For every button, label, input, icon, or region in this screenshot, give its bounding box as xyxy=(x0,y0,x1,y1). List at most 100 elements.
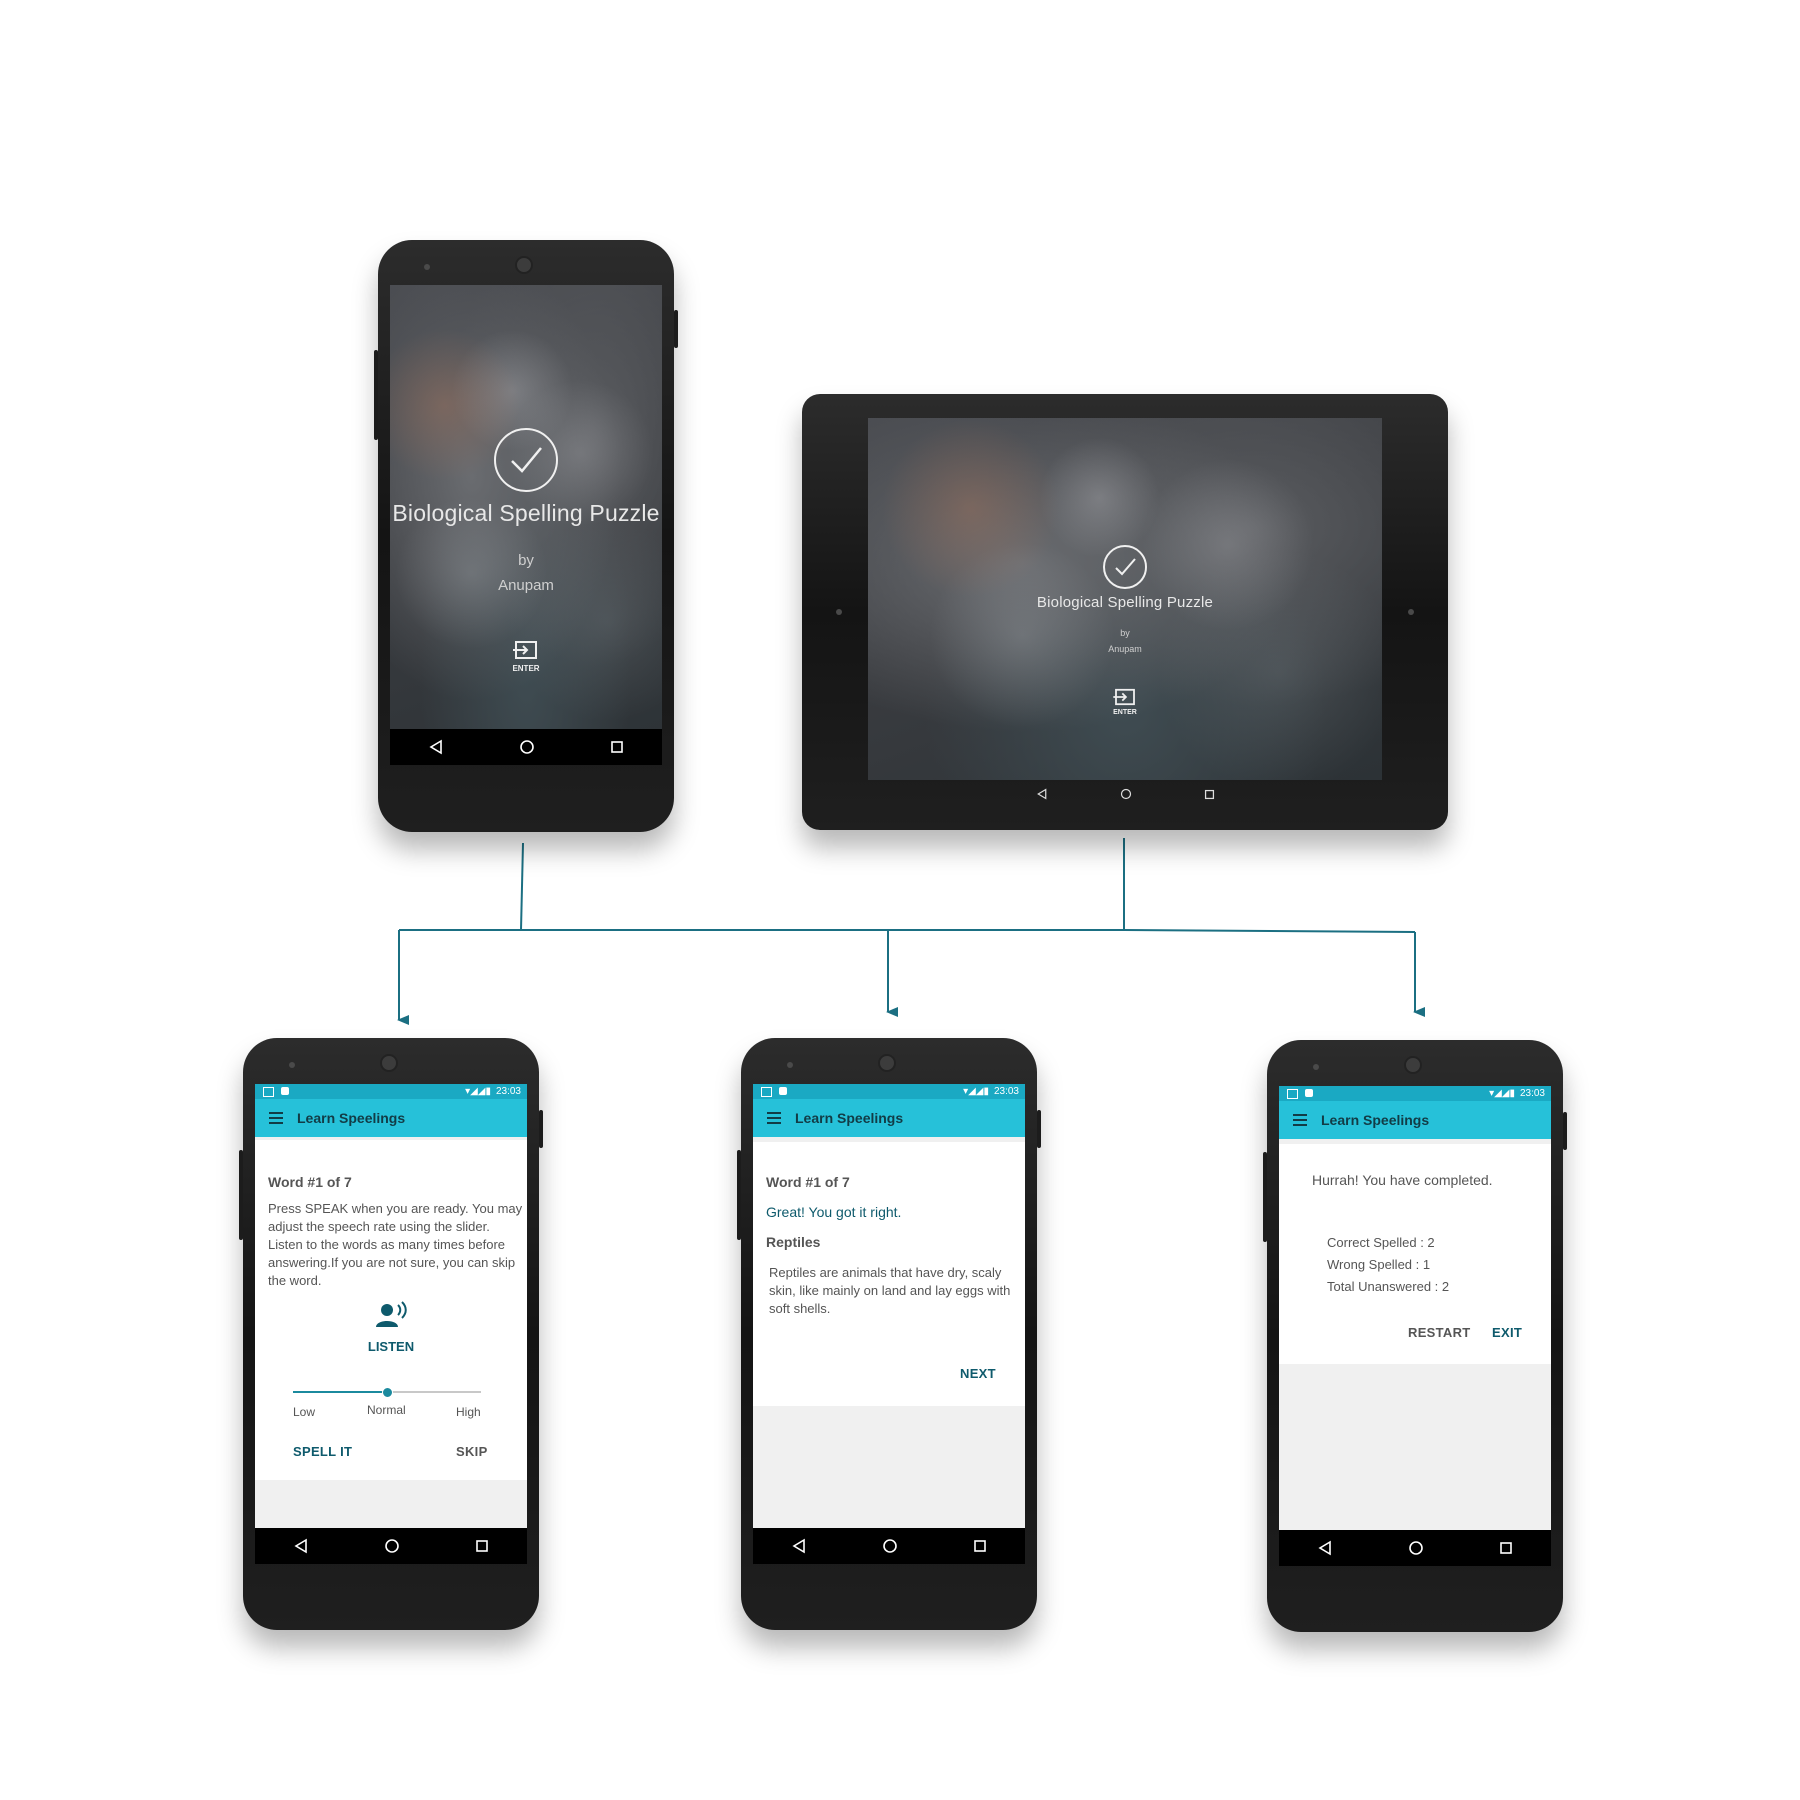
instructions-text: Press SPEAK when you are ready. You may … xyxy=(268,1201,523,1288)
tablet-enter-icon xyxy=(1113,688,1135,706)
result-nav-bar xyxy=(753,1528,1025,1564)
tablet-checkmark-logo-icon xyxy=(1103,545,1147,589)
android-icon xyxy=(281,1087,289,1095)
correct-count: Correct Spelled : 2 xyxy=(1327,1235,1435,1250)
enter-label: ENTER xyxy=(512,664,540,673)
result-front-camera-icon xyxy=(878,1054,896,1072)
word-counter: Word #1 of 7 xyxy=(766,1174,850,1190)
phone-device-complete: ▾◢◢▮ 23:03 Learn Speelings Hurrah! You h… xyxy=(1263,1040,1567,1632)
complete-card: Hurrah! You have completed. Correct Spel… xyxy=(1279,1144,1551,1364)
phone-device-listen: ▾◢◢▮ 23:03 Learn Speelings Word #1 of 7 … xyxy=(239,1038,543,1630)
recents-nav-icon[interactable] xyxy=(475,1539,489,1553)
app-toolbar: Learn Speelings xyxy=(255,1099,527,1137)
toolbar-title: Learn Speelings xyxy=(1321,1112,1430,1128)
notification-icon xyxy=(263,1087,274,1097)
slider-low-label: Low xyxy=(293,1405,316,1419)
tablet-nav-bar xyxy=(868,780,1382,808)
enter-button[interactable]: ENTER xyxy=(512,640,540,673)
slider-fill xyxy=(293,1391,387,1393)
slider-thumb[interactable] xyxy=(382,1387,393,1398)
tablet-device-splash: Biological Spelling Puzzle by Anupam ENT… xyxy=(802,394,1448,830)
status-time: 23:03 xyxy=(1519,1088,1545,1099)
complete-nav-bar xyxy=(1279,1530,1551,1566)
enter-icon xyxy=(513,641,537,659)
tablet-app-title: Biological Spelling Puzzle xyxy=(1036,594,1214,611)
menu-icon[interactable] xyxy=(1293,1114,1307,1126)
nav-bar xyxy=(390,729,662,765)
status-bar: ▾◢◢▮ 23:03 xyxy=(1279,1086,1551,1101)
connector-horizontal-right xyxy=(1123,929,1416,933)
recents-nav-icon[interactable] xyxy=(610,740,624,754)
back-nav-icon[interactable] xyxy=(791,1538,807,1554)
speaker-person-icon xyxy=(376,1301,407,1327)
signal-icons: ▾◢◢▮ xyxy=(1489,1088,1515,1099)
result-screen: ▾◢◢▮ 23:03 Learn Speelings Word #1 of 7 … xyxy=(753,1084,1025,1564)
phone-device-result: ▾◢◢▮ 23:03 Learn Speelings Word #1 of 7 … xyxy=(737,1038,1041,1630)
connector-phone-down xyxy=(520,842,524,931)
listen-card: Word #1 of 7 Press SPEAK when you are re… xyxy=(255,1140,527,1480)
next-button[interactable]: NEXT xyxy=(960,1366,996,1381)
feedback-message: Great! You got it right. xyxy=(766,1204,902,1220)
front-camera-icon xyxy=(515,256,533,274)
app-toolbar: Learn Speelings xyxy=(753,1099,1025,1137)
checkmark-logo-icon xyxy=(494,428,558,492)
menu-icon[interactable] xyxy=(767,1112,781,1124)
signal-icons: ▾◢◢▮ xyxy=(465,1086,491,1097)
tablet-splash-screen: Biological Spelling Puzzle by Anupam ENT… xyxy=(868,418,1382,780)
back-nav-icon[interactable] xyxy=(428,739,444,755)
listen-nav-bar xyxy=(255,1528,527,1564)
by-label: by xyxy=(518,552,534,569)
speech-rate-slider[interactable] xyxy=(293,1387,481,1398)
restart-button[interactable]: RESTART xyxy=(1408,1325,1471,1340)
home-nav-icon[interactable] xyxy=(1408,1540,1424,1556)
status-bar: ▾◢◢▮ 23:03 xyxy=(255,1084,527,1099)
complete-front-camera-icon xyxy=(1404,1056,1422,1074)
home-nav-icon[interactable] xyxy=(519,739,535,755)
android-icon xyxy=(779,1087,787,1095)
notification-icon xyxy=(761,1087,772,1097)
android-icon xyxy=(1305,1089,1313,1097)
unanswered-count: Total Unanswered : 2 xyxy=(1327,1279,1450,1294)
result-card: Word #1 of 7 Great! You got it right. Re… xyxy=(753,1142,1025,1406)
tablet-back-nav-icon[interactable] xyxy=(1036,788,1048,800)
signal-icons: ▾◢◢▮ xyxy=(963,1086,989,1097)
tablet-author-name: Anupam xyxy=(1108,644,1142,654)
word-definition: Reptiles are animals that have dry, scal… xyxy=(769,1265,1011,1316)
back-nav-icon[interactable] xyxy=(293,1538,309,1554)
skip-button[interactable]: SKIP xyxy=(456,1444,488,1459)
wrong-count: Wrong Spelled : 1 xyxy=(1327,1257,1431,1272)
status-time: 23:03 xyxy=(993,1086,1019,1097)
spell-it-button[interactable]: SPELL IT xyxy=(293,1444,352,1459)
home-nav-icon[interactable] xyxy=(882,1538,898,1554)
home-nav-icon[interactable] xyxy=(384,1538,400,1554)
phone-device-splash: Biological Spelling Puzzle by Anupam ENT… xyxy=(374,240,678,832)
tablet-by-label: by xyxy=(1120,628,1130,638)
listen-front-camera-icon xyxy=(380,1054,398,1072)
listen-screen: ▾◢◢▮ 23:03 Learn Speelings Word #1 of 7 … xyxy=(255,1084,527,1564)
app-title: Biological Spelling Puzzle xyxy=(392,500,660,526)
recents-nav-icon[interactable] xyxy=(973,1539,987,1553)
complete-screen: ▾◢◢▮ 23:03 Learn Speelings Hurrah! You h… xyxy=(1279,1086,1551,1566)
recents-nav-icon[interactable] xyxy=(1499,1541,1513,1555)
toolbar-title: Learn Speelings xyxy=(795,1110,904,1126)
back-nav-icon[interactable] xyxy=(1317,1540,1333,1556)
listen-button[interactable]: LISTEN xyxy=(341,1300,441,1354)
toolbar-title: Learn Speelings xyxy=(297,1110,406,1126)
tablet-recents-nav-icon[interactable] xyxy=(1204,789,1215,800)
tablet-enter-label: ENTER xyxy=(1113,709,1137,716)
exit-button[interactable]: EXIT xyxy=(1492,1325,1522,1340)
slider-high-label: High xyxy=(456,1405,481,1419)
status-bar: ▾◢◢▮ 23:03 xyxy=(753,1084,1025,1099)
listen-label: LISTEN xyxy=(367,1339,415,1354)
menu-icon[interactable] xyxy=(269,1112,283,1124)
app-toolbar: Learn Speelings xyxy=(1279,1101,1551,1139)
slider-normal-label: Normal xyxy=(367,1403,406,1417)
word-counter: Word #1 of 7 xyxy=(268,1174,352,1190)
tablet-home-nav-icon[interactable] xyxy=(1120,788,1132,800)
tablet-enter-button[interactable]: ENTER xyxy=(1113,688,1137,716)
author-name: Anupam xyxy=(498,577,554,594)
splash-screen: Biological Spelling Puzzle by Anupam ENT… xyxy=(390,285,662,765)
completion-message: Hurrah! You have completed. xyxy=(1312,1172,1493,1188)
word-title: Reptiles xyxy=(766,1234,821,1250)
status-time: 23:03 xyxy=(495,1086,521,1097)
